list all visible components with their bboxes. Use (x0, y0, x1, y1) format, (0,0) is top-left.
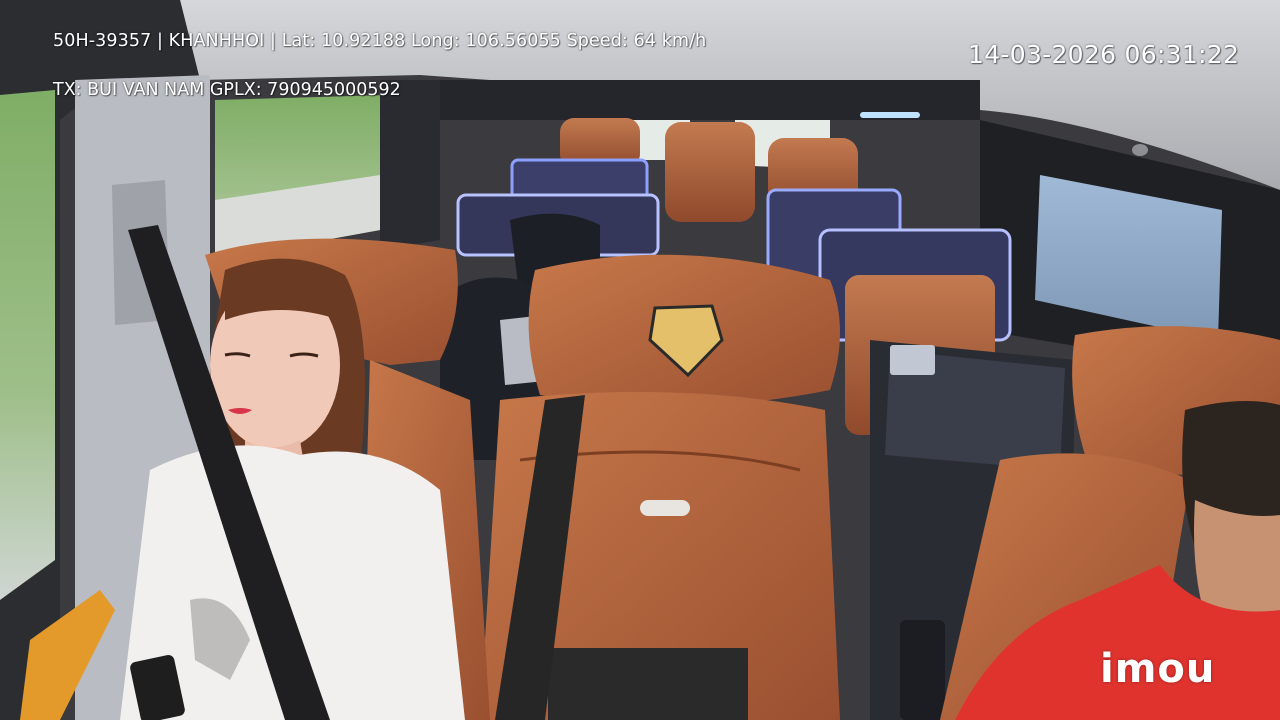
osd-driver-info: TX: BUI VAN NAM GPLX: 790945000592 (53, 80, 401, 100)
left-window (0, 90, 55, 600)
osd-vehicle-info: 50H-39357 | KHANHHOI | Lat: 10.92188 Lon… (53, 31, 707, 51)
center-seat (480, 254, 840, 720)
osd-timestamp: 14-03-2026 06:31:22 (968, 40, 1240, 69)
dashcam-frame: 50H-39357 | KHANHHOI | Lat: 10.92188 Lon… (0, 0, 1280, 720)
window-pillar (380, 80, 440, 250)
ambient-light (860, 112, 920, 118)
van-interior-photo (0, 0, 1280, 720)
imou-logo: imou (1100, 646, 1216, 692)
seat-bottom-panel (548, 648, 748, 720)
ceiling-light (1132, 144, 1148, 156)
seat-badge (640, 500, 690, 516)
